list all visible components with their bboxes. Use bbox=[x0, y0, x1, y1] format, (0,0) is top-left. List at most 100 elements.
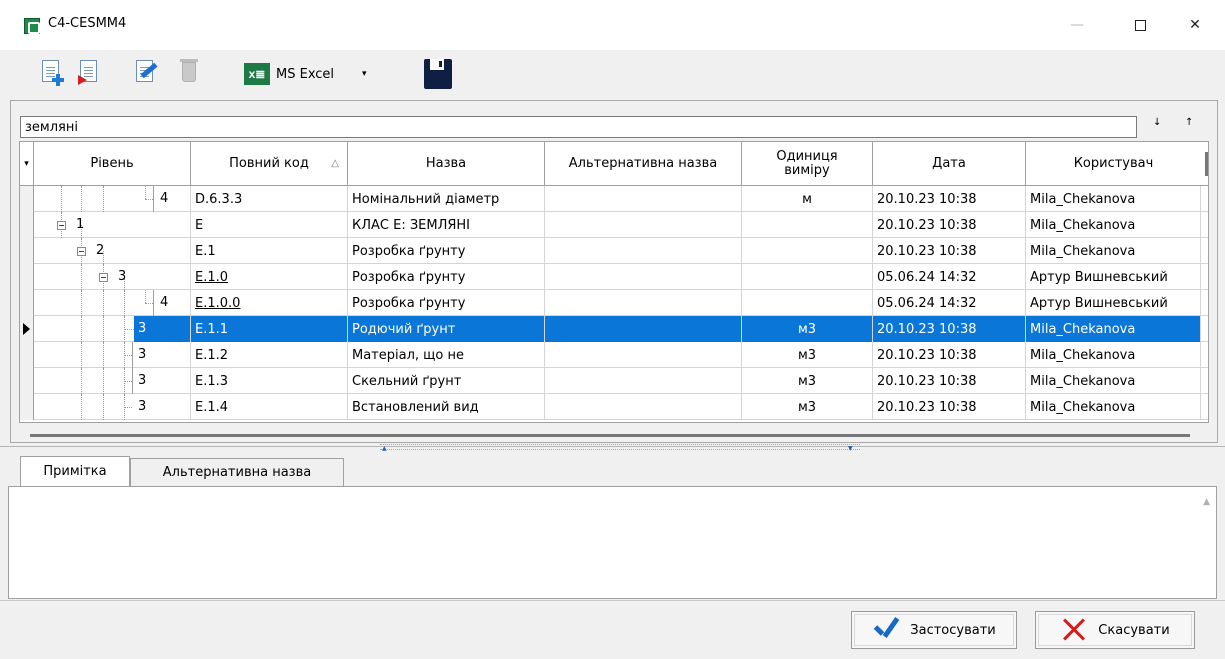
app-window: C4-CESMM4 — ✕ x≣ MS Excel ▾ ↓ ↑ bbox=[0, 0, 1225, 659]
cell-code: E.1.1 bbox=[191, 316, 348, 342]
cell-name: Родючий ґрунт bbox=[348, 316, 545, 342]
cancel-button-label: Скасувати bbox=[1098, 622, 1170, 638]
collapse-icon[interactable] bbox=[77, 247, 86, 256]
plus-icon bbox=[52, 74, 64, 86]
note-textarea[interactable]: ▲ bbox=[8, 486, 1217, 599]
cell-date: 05.06.24 14:32 bbox=[873, 290, 1026, 316]
current-row-icon bbox=[23, 323, 30, 335]
cell-unit: м3 bbox=[742, 368, 873, 394]
cell-level: 3 bbox=[34, 316, 191, 342]
cell-name: КЛАС Е: ЗЕМЛЯНІ bbox=[348, 212, 545, 238]
grid-header: ▾ Рівень Повний код △ Назва Альтернативна… bbox=[20, 142, 1208, 186]
cell-date: 20.10.23 10:38 bbox=[873, 186, 1026, 212]
collapse-down-icon[interactable]: ▼ bbox=[848, 445, 853, 452]
cell-date: 05.06.24 14:32 bbox=[873, 264, 1026, 290]
column-header-user[interactable]: Користувач bbox=[1026, 142, 1201, 186]
collapse-icon[interactable] bbox=[57, 221, 66, 230]
minimize-button[interactable]: — bbox=[1054, 8, 1100, 42]
table-row[interactable]: 4 D.6.3.3 Номінальний діаметр м 20.10.23… bbox=[20, 186, 1208, 212]
cancel-button[interactable]: Скасувати bbox=[1035, 611, 1195, 649]
cell-unit bbox=[742, 290, 873, 316]
cell-alt-name bbox=[545, 316, 742, 342]
find-next-button[interactable]: ↓ bbox=[1153, 117, 1161, 128]
cell-user: Mila_Chekanova bbox=[1026, 394, 1201, 420]
tab-note[interactable]: Примітка bbox=[20, 456, 130, 486]
cell-level: 4 bbox=[34, 290, 191, 316]
cell-unit bbox=[742, 238, 873, 264]
collapse-icon[interactable] bbox=[99, 273, 108, 282]
maximize-icon bbox=[1134, 19, 1146, 31]
cell-name: Скельний ґрунт bbox=[348, 368, 545, 394]
column-header-code[interactable]: Повний код △ bbox=[191, 142, 348, 186]
cell-user: Mila_Chekanova bbox=[1026, 342, 1201, 368]
cell-date: 20.10.23 10:38 bbox=[873, 238, 1026, 264]
cell-name: Встановлений вид bbox=[348, 394, 545, 420]
add-document-button[interactable] bbox=[38, 58, 66, 90]
arrow-right-icon bbox=[78, 75, 87, 85]
cancel-x-icon bbox=[1060, 617, 1086, 643]
table-row[interactable]: 3 E.1.0 Розробка ґрунту 05.06.24 14:32 А… bbox=[20, 264, 1208, 290]
table-row[interactable]: 1 E КЛАС Е: ЗЕМЛЯНІ 20.10.23 10:38 Mila_… bbox=[20, 212, 1208, 238]
insert-document-button[interactable] bbox=[76, 58, 104, 90]
chevron-down-icon[interactable]: ▾ bbox=[362, 69, 367, 79]
splitter-grip[interactable]: ▲ ▼ bbox=[380, 444, 860, 452]
cell-level: 3 bbox=[34, 368, 191, 394]
data-grid: ▾ Рівень Повний код △ Назва Альтернативна… bbox=[19, 141, 1209, 423]
cell-alt-name bbox=[545, 368, 742, 394]
cell-level: 1 bbox=[34, 212, 191, 238]
save-button[interactable] bbox=[424, 59, 452, 89]
window-title: C4-CESMM4 bbox=[48, 16, 127, 31]
app-logo-icon bbox=[24, 18, 40, 34]
tab-alternative-name[interactable]: Альтернативна назва bbox=[130, 458, 344, 486]
table-row-selected[interactable]: 3 E.1.1 Родючий ґрунт м3 20.10.23 10:38 … bbox=[20, 316, 1208, 342]
horizontal-scrollbar[interactable] bbox=[12, 434, 1202, 442]
column-header-date[interactable]: Дата bbox=[873, 142, 1026, 186]
column-header-level[interactable]: Рівень bbox=[34, 142, 191, 186]
edit-document-button[interactable] bbox=[132, 58, 160, 90]
code-link[interactable]: E.1.0 bbox=[195, 270, 228, 285]
row-indicator bbox=[20, 394, 34, 420]
panel-splitter[interactable]: ▲ ▼ bbox=[0, 443, 1225, 452]
column-header-alt-name[interactable]: Альтернативна назва bbox=[545, 142, 742, 186]
maximize-button[interactable] bbox=[1117, 8, 1163, 42]
close-button[interactable]: ✕ bbox=[1172, 8, 1218, 42]
row-indicator bbox=[20, 264, 34, 290]
cell-code: E.1.2 bbox=[191, 342, 348, 368]
table-row[interactable]: 3 E.1.3 Скельний ґрунт м3 20.10.23 10:38… bbox=[20, 368, 1208, 394]
scroll-up-icon[interactable]: ▲ bbox=[1203, 497, 1210, 507]
cell-name: Розробка ґрунту bbox=[348, 238, 545, 264]
cell-alt-name bbox=[545, 394, 742, 420]
chevron-down-icon: ▾ bbox=[24, 159, 29, 169]
title-bar: C4-CESMM4 — ✕ bbox=[0, 0, 1225, 50]
table-row[interactable]: 3 E.1.4 Встановлений вид м3 20.10.23 10:… bbox=[20, 394, 1208, 420]
table-row[interactable]: 4 E.1.0.0 Розробка ґрунту 05.06.24 14:32… bbox=[20, 290, 1208, 316]
delete-button[interactable] bbox=[176, 58, 204, 90]
ms-excel-label: MS Excel bbox=[276, 66, 335, 82]
code-link[interactable]: E.1.0.0 bbox=[195, 296, 240, 311]
row-indicator bbox=[20, 316, 34, 342]
apply-button[interactable]: Застосувати bbox=[851, 611, 1017, 649]
collapse-up-icon[interactable]: ▲ bbox=[382, 445, 387, 452]
cell-name: Номінальний діаметр bbox=[348, 186, 545, 212]
column-header-unit[interactable]: Одиниця виміру bbox=[742, 142, 873, 186]
column-filter-button[interactable]: ▾ bbox=[20, 142, 34, 186]
scrollbar-thumb[interactable] bbox=[30, 434, 1190, 437]
cell-user: Артур Вишневський bbox=[1026, 290, 1201, 316]
table-row[interactable]: 3 E.1.2 Матеріал, що не м3 20.10.23 10:3… bbox=[20, 342, 1208, 368]
ms-excel-export-button[interactable]: x≣ MS Excel ▾ bbox=[244, 60, 404, 88]
excel-icon: x≣ bbox=[244, 63, 270, 85]
column-header-name[interactable]: Назва bbox=[348, 142, 545, 186]
cell-name: Розробка ґрунту bbox=[348, 290, 545, 316]
cell-code: D.6.3.3 bbox=[191, 186, 348, 212]
cell-user: Mila_Chekanova bbox=[1026, 316, 1201, 342]
filter-input[interactable] bbox=[20, 116, 1137, 138]
cell-level: 3 bbox=[34, 264, 191, 290]
divider bbox=[0, 600, 1225, 601]
vertical-scrollbar[interactable] bbox=[1205, 152, 1208, 176]
find-previous-button[interactable]: ↑ bbox=[1185, 117, 1193, 128]
cell-code: E.1.0 bbox=[191, 264, 348, 290]
cell-code: E bbox=[191, 212, 348, 238]
table-row[interactable]: 2 E.1 Розробка ґрунту 20.10.23 10:38 Mil… bbox=[20, 238, 1208, 264]
cell-date: 20.10.23 10:38 bbox=[873, 394, 1026, 420]
trash-icon bbox=[180, 59, 198, 82]
